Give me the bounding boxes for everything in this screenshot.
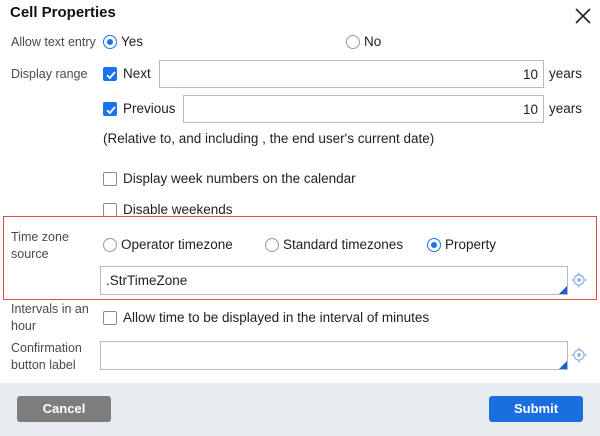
- dialog-title: Cell Properties: [10, 4, 116, 21]
- allow-text-no-label: No: [364, 34, 382, 49]
- gear-icon[interactable]: [571, 272, 587, 288]
- time-zone-label-line2: source: [11, 247, 49, 261]
- confirmation-button-label-input[interactable]: [100, 341, 568, 370]
- disable-weekends-checkbox[interactable]: [103, 203, 117, 217]
- dialog-footer: Cancel Submit: [0, 383, 600, 436]
- time-zone-property-input[interactable]: [100, 266, 568, 295]
- previous-years-unit: years: [549, 101, 583, 116]
- previous-years-input[interactable]: [183, 95, 544, 123]
- allow-text-yes-label: Yes: [121, 34, 144, 49]
- property-label: Property: [445, 237, 497, 252]
- close-icon[interactable]: [572, 5, 594, 27]
- next-years-input[interactable]: [159, 60, 544, 88]
- cancel-button[interactable]: Cancel: [17, 396, 111, 422]
- confirmation-label-line2: button label: [11, 358, 76, 372]
- week-numbers-checkbox[interactable]: [103, 172, 117, 186]
- interval-minutes-label: Allow time to be displayed in the interv…: [123, 310, 430, 325]
- week-numbers-label: Display week numbers on the calendar: [123, 171, 356, 186]
- check-icon: [106, 71, 116, 80]
- time-zone-label: Time zone source: [11, 230, 69, 262]
- allow-text-no-radio[interactable]: [346, 35, 360, 49]
- allow-text-yes-radio[interactable]: [103, 35, 117, 49]
- input-resize-corner-icon: [559, 286, 567, 294]
- property-radio[interactable]: [427, 238, 441, 252]
- allow-text-entry-label: Allow text entry: [11, 35, 96, 49]
- submit-button[interactable]: Submit: [489, 396, 583, 422]
- operator-timezone-label: Operator timezone: [121, 237, 233, 252]
- intervals-label-line2: hour: [11, 319, 37, 333]
- time-zone-label-line1: Time zone: [11, 230, 69, 244]
- next-years-unit: years: [549, 66, 583, 81]
- confirmation-label-line1: Confirmation: [11, 341, 82, 355]
- next-label: Next: [123, 66, 151, 81]
- interval-minutes-checkbox[interactable]: [103, 311, 117, 325]
- gear-icon[interactable]: [571, 347, 587, 363]
- intervals-label: Intervals in an hour: [11, 302, 89, 334]
- disable-weekends-label: Disable weekends: [123, 202, 233, 217]
- relative-date-note: (Relative to, and including , the end us…: [103, 131, 435, 146]
- previous-label: Previous: [123, 101, 176, 116]
- input-resize-corner-icon: [559, 361, 567, 369]
- previous-checkbox[interactable]: [103, 102, 117, 116]
- confirmation-label: Confirmation button label: [11, 341, 82, 373]
- next-checkbox[interactable]: [103, 67, 117, 81]
- operator-timezone-radio[interactable]: [103, 238, 117, 252]
- check-icon: [106, 106, 116, 115]
- intervals-label-line1: Intervals in an: [11, 302, 89, 316]
- standard-timezones-label: Standard timezones: [283, 237, 404, 252]
- display-range-label: Display range: [11, 67, 88, 81]
- standard-timezones-radio[interactable]: [265, 238, 279, 252]
